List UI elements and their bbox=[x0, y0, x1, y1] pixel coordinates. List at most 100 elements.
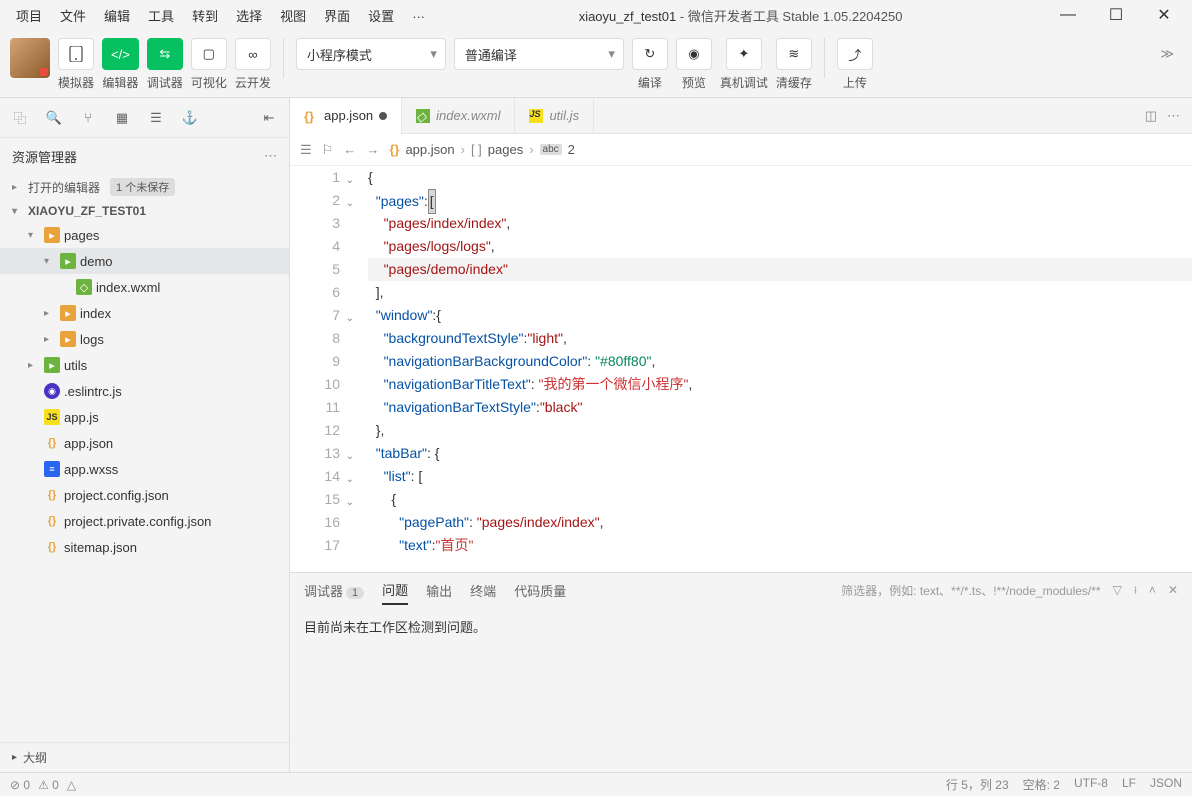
tree-item[interactable]: {}project.config.json bbox=[0, 482, 289, 508]
panel-tab[interactable]: 终端 bbox=[470, 577, 496, 604]
tree-item-label: app.json bbox=[64, 436, 113, 451]
eslint-icon: ◉ bbox=[44, 383, 60, 399]
editor-tab[interactable]: {}app.json bbox=[290, 98, 402, 134]
bc-file[interactable]: app.json bbox=[405, 142, 454, 157]
editor-button[interactable]: </> bbox=[102, 38, 139, 70]
simulator-button[interactable] bbox=[58, 38, 94, 70]
toolbar-overflow-icon[interactable]: ≫ bbox=[1152, 38, 1182, 70]
folder-g-icon: ▸ bbox=[44, 357, 60, 373]
tree-item[interactable]: JSapp.js bbox=[0, 404, 289, 430]
tree-item[interactable]: ◇index.wxml bbox=[0, 274, 289, 300]
menu-item[interactable]: 设置 bbox=[360, 2, 402, 29]
menu-item[interactable]: 选择 bbox=[228, 2, 270, 29]
tree-item[interactable]: ▸▸index bbox=[0, 300, 289, 326]
bc-forward-icon[interactable]: → bbox=[366, 142, 379, 157]
tree-item[interactable]: ◉.eslintrc.js bbox=[0, 378, 289, 404]
json-icon: {} bbox=[304, 109, 318, 123]
close-button[interactable]: ✕ bbox=[1144, 1, 1184, 29]
status-item[interactable]: 空格: 2 bbox=[1023, 776, 1060, 793]
compile-mode-select[interactable]: 普通编译 bbox=[454, 38, 624, 70]
docker-icon[interactable]: ⚓ bbox=[180, 108, 200, 128]
upload-button[interactable]: ⤴ bbox=[837, 38, 873, 70]
ext-icon[interactable]: ▦ bbox=[112, 108, 132, 128]
files-icon[interactable]: ⿻ bbox=[10, 108, 30, 128]
tree-item-label: demo bbox=[80, 254, 113, 269]
project-section[interactable]: ▾XIAOYU_ZF_TEST01 bbox=[0, 200, 289, 222]
explorer-more-icon[interactable]: ⋯ bbox=[264, 148, 277, 164]
clear-cache-label: 清缓存 bbox=[776, 74, 812, 91]
folder-icon: ▸ bbox=[60, 305, 76, 321]
real-debug-button[interactable]: ✦ bbox=[726, 38, 762, 70]
compile-button[interactable]: ↻ bbox=[632, 38, 668, 70]
tree-item[interactable]: ≡app.wxss bbox=[0, 456, 289, 482]
mode-select[interactable]: 小程序模式 bbox=[296, 38, 446, 70]
panel-filter-placeholder[interactable]: 筛选器，例如: text、**/*.ts、!**/node_modules/** bbox=[841, 582, 1100, 599]
editor-tab[interactable]: JSutil.js bbox=[515, 98, 594, 134]
status-item[interactable]: △ bbox=[67, 778, 76, 792]
status-item[interactable]: UTF-8 bbox=[1074, 776, 1108, 793]
menu-item[interactable]: 工具 bbox=[140, 2, 182, 29]
tree-item[interactable]: ▸▸utils bbox=[0, 352, 289, 378]
panel-settings-icon[interactable]: ⟊ bbox=[1134, 583, 1137, 598]
menu-item[interactable]: 界面 bbox=[316, 2, 358, 29]
collapse-icon[interactable]: ⇤ bbox=[259, 108, 279, 128]
menu-item[interactable]: 文件 bbox=[52, 2, 94, 29]
window-controls: ― ☐ ✕ bbox=[1048, 1, 1184, 29]
tree-item-label: project.private.config.json bbox=[64, 514, 211, 529]
status-bar: ⊘ 0 ⚠ 0 △ 行 5，列 23 空格: 2 UTF-8 LF JSON bbox=[0, 772, 1192, 796]
title-bar: 项目文件编辑工具转到选择视图界面设置… xiaoyu_zf_test01 - 微… bbox=[0, 0, 1192, 30]
menu-item[interactable]: 视图 bbox=[272, 2, 314, 29]
panel-close-icon[interactable]: ✕ bbox=[1168, 583, 1178, 597]
clear-cache-button[interactable]: ≋ bbox=[776, 38, 812, 70]
status-item[interactable]: LF bbox=[1122, 776, 1136, 793]
search-icon[interactable]: 🔍 bbox=[44, 108, 64, 128]
menu-item[interactable]: 项目 bbox=[8, 2, 50, 29]
open-editors-section[interactable]: ▸打开的编辑器 1 个未保存 bbox=[0, 174, 289, 200]
window-title: xiaoyu_zf_test01 - 微信开发者工具 Stable 1.05.2… bbox=[433, 6, 1048, 25]
tree-item[interactable]: {}app.json bbox=[0, 430, 289, 456]
panel-tab[interactable]: 代码质量 bbox=[514, 577, 566, 604]
menu-item[interactable]: 转到 bbox=[184, 2, 226, 29]
menu-item[interactable]: 编辑 bbox=[96, 2, 138, 29]
bc-index[interactable]: 2 bbox=[568, 142, 575, 157]
folder-g-icon: ▸ bbox=[60, 253, 76, 269]
cloud-button[interactable]: ∞ bbox=[235, 38, 271, 70]
preview-button[interactable]: ◉ bbox=[676, 38, 712, 70]
menu-item[interactable]: … bbox=[404, 2, 433, 29]
avatar[interactable] bbox=[10, 38, 50, 78]
panel-tab[interactable]: 问题 bbox=[382, 576, 408, 605]
tree-item-label: index bbox=[80, 306, 111, 321]
tree-item[interactable]: {}project.private.config.json bbox=[0, 508, 289, 534]
bc-segment[interactable]: pages bbox=[488, 142, 523, 157]
maximize-button[interactable]: ☐ bbox=[1096, 1, 1136, 29]
tree-item[interactable]: ▾▸pages bbox=[0, 222, 289, 248]
status-item[interactable]: ⊘ 0 bbox=[10, 778, 30, 792]
tab-more-icon[interactable]: ⋯ bbox=[1167, 108, 1180, 124]
main-toolbar: 模拟器 </>编辑器 ⇆调试器 ▢可视化 ∞云开发 小程序模式 普通编译 ↻编译… bbox=[0, 30, 1192, 98]
git-icon[interactable]: ⑂ bbox=[78, 108, 98, 128]
status-item[interactable]: ⚠ 0 bbox=[38, 778, 59, 792]
status-item[interactable]: 行 5，列 23 bbox=[946, 776, 1009, 793]
debugger-button[interactable]: ⇆ bbox=[147, 38, 183, 70]
panel-tab[interactable]: 输出 bbox=[426, 577, 452, 604]
bc-bookmark-icon[interactable]: ⚐ bbox=[322, 142, 334, 158]
js-icon: JS bbox=[44, 409, 60, 425]
tree-item[interactable]: ▸▸logs bbox=[0, 326, 289, 352]
split-editor-icon[interactable]: ◫ bbox=[1145, 108, 1157, 124]
editor-tab[interactable]: ◇index.wxml bbox=[402, 98, 515, 134]
panel-collapse-icon[interactable]: ˄ bbox=[1149, 583, 1156, 597]
outline-section[interactable]: ▸大纲 bbox=[0, 742, 289, 772]
visualize-button[interactable]: ▢ bbox=[191, 38, 227, 70]
panel-tab[interactable]: 调试器1 bbox=[304, 577, 364, 604]
filter-icon[interactable]: ▽ bbox=[1113, 583, 1122, 597]
db-icon[interactable]: ☰ bbox=[146, 108, 166, 128]
minimize-button[interactable]: ― bbox=[1048, 1, 1088, 29]
status-item[interactable]: JSON bbox=[1150, 776, 1182, 793]
json-icon: {} bbox=[44, 487, 60, 503]
tree-item[interactable]: ▾▸demo bbox=[0, 248, 289, 274]
bc-back-icon[interactable]: ← bbox=[343, 142, 356, 157]
bc-list-icon[interactable]: ☰ bbox=[300, 142, 312, 158]
tree-item[interactable]: {}sitemap.json bbox=[0, 534, 289, 560]
wxml-icon: ◇ bbox=[416, 109, 430, 123]
code-editor[interactable]: 1⌄2⌄34567⌄8910111213⌄14⌄15⌄1617 { "pages… bbox=[290, 166, 1192, 572]
